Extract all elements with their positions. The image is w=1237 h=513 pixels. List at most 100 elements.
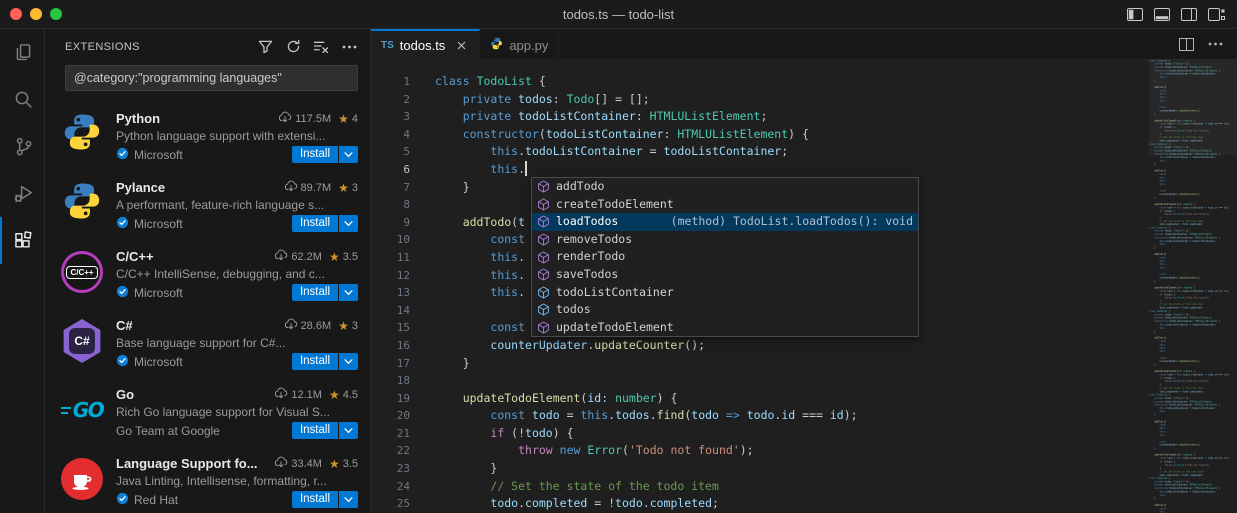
line-number: 23 — [371, 460, 435, 478]
suggest-label: saveTodos — [556, 266, 618, 284]
extension-footer: Microsoft Install — [116, 353, 358, 370]
extensions-icon — [13, 230, 34, 251]
line-number: 4 — [371, 126, 435, 144]
extensions-search-input[interactable] — [66, 71, 357, 85]
extensions-sidebar: EXTENSIONS Python117.5M★4Python language… — [45, 29, 371, 513]
run-debug-icon — [13, 183, 34, 204]
clear-search-icon[interactable] — [312, 38, 330, 56]
sidebar-header: EXTENSIONS — [45, 29, 370, 64]
suggest-item-removeTodos[interactable]: removeTodos — [532, 231, 918, 249]
tab-app-py[interactable]: app.py — [480, 29, 559, 59]
extension-footer: Microsoft Install — [116, 215, 358, 232]
download-count-icon — [274, 249, 288, 264]
install-button[interactable]: Install — [292, 215, 338, 232]
extension-row-2[interactable]: C/C++C/C++62.2M★3.5C/C++ IntelliSense, d… — [45, 237, 370, 306]
extension-stats: 89.7M★3 — [284, 180, 358, 195]
extension-row-1[interactable]: Pylance89.7M★3A performant, feature-rich… — [45, 168, 370, 237]
install-split-button: Install — [292, 284, 358, 301]
install-dropdown-button[interactable] — [339, 353, 358, 370]
install-button[interactable]: Install — [292, 422, 338, 439]
line-number: 6 — [371, 161, 435, 179]
extension-logo: C# — [60, 319, 104, 363]
activity-item-search[interactable] — [0, 76, 44, 123]
sidebar-title: EXTENSIONS — [65, 41, 140, 53]
star-icon: ★ — [329, 457, 340, 471]
toggle-panel-icon[interactable] — [1154, 8, 1170, 21]
download-count-icon — [274, 387, 288, 402]
extension-row-3[interactable]: C#C#28.6M★3Base language support for C#.… — [45, 306, 370, 375]
extension-description: Java Linting, Intellisense, formatting, … — [116, 474, 358, 488]
extension-info: Pylance89.7M★3A performant, feature-rich… — [104, 168, 370, 237]
close-tab-icon[interactable] — [453, 37, 469, 53]
install-button[interactable]: Install — [292, 146, 338, 163]
extension-row-0[interactable]: Python117.5M★4Python language support wi… — [45, 99, 370, 168]
code-line: 24 // Set the state of the todo item — [371, 478, 1237, 496]
install-button[interactable]: Install — [292, 284, 338, 301]
extension-logo — [60, 457, 104, 501]
suggest-item-loadTodos[interactable]: loadTodos(method) TodoList.loadTodos(): … — [532, 213, 918, 231]
suggest-item-todoListContainer[interactable]: todoListContainer — [532, 284, 918, 302]
extension-row-5[interactable]: Language Support fo...33.4M★3.5Java Lint… — [45, 444, 370, 513]
tab-todos-ts[interactable]: TS todos.ts — [371, 29, 480, 59]
star-icon: ★ — [329, 250, 340, 264]
minimap[interactable]: class TodoList { private todos: Todo[] =… — [1149, 59, 1237, 513]
install-dropdown-button[interactable] — [339, 491, 358, 508]
suggest-item-saveTodos[interactable]: saveTodos — [532, 266, 918, 284]
suggest-item-updateTodoElement[interactable]: updateTodoElement — [532, 319, 918, 337]
extension-footer: MicrosoftInstall — [116, 146, 358, 163]
zoom-window-button[interactable] — [50, 8, 62, 20]
extension-info: Go12.1M★4.5Rich Go language support for … — [104, 375, 370, 444]
install-dropdown-button[interactable] — [339, 146, 358, 163]
install-dropdown-button[interactable] — [339, 422, 358, 439]
activity-item-run-debug[interactable] — [0, 170, 44, 217]
extension-row-4[interactable]: GOGo12.1M★4.5Rich Go language support fo… — [45, 375, 370, 444]
customize-layout-icon[interactable] — [1208, 8, 1225, 21]
suggest-item-createTodoElement[interactable]: createTodoElement — [532, 196, 918, 214]
install-button[interactable]: Install — [292, 353, 338, 370]
line-number: 1 — [371, 73, 435, 91]
toggle-secondary-sidebar-icon[interactable] — [1181, 8, 1197, 21]
publisher-name: Go Team at Google — [116, 424, 220, 438]
filter-icon[interactable] — [256, 38, 274, 56]
install-dropdown-button[interactable] — [339, 215, 358, 232]
star-icon: ★ — [338, 181, 349, 195]
install-dropdown-button[interactable] — [339, 284, 358, 301]
toggle-primary-sidebar-icon[interactable] — [1127, 8, 1143, 21]
extension-info: C#28.6M★3Base language support for C#...… — [104, 306, 370, 375]
download-count-icon — [274, 456, 288, 471]
extension-description: A performant, feature-rich language s... — [116, 198, 358, 212]
suggest-item-todos[interactable]: todos — [532, 301, 918, 319]
publisher: Microsoft — [116, 354, 183, 370]
line-number: 17 — [371, 355, 435, 373]
extension-stats: 12.1M★4.5 — [274, 387, 358, 402]
close-window-button[interactable] — [10, 8, 22, 20]
line-number: 7 — [371, 179, 435, 197]
split-editor-icon[interactable] — [1179, 38, 1194, 51]
activity-item-source-control[interactable] — [0, 123, 44, 170]
extension-footer: Red HatInstall — [116, 491, 358, 508]
extension-title-row: Python117.5M★4 — [116, 111, 358, 126]
install-split-button: Install — [292, 422, 358, 439]
symbol-field-icon — [537, 286, 551, 299]
minimize-window-button[interactable] — [30, 8, 42, 20]
extension-title-row: Go12.1M★4.5 — [116, 387, 358, 402]
refresh-icon[interactable] — [284, 38, 302, 56]
suggest-item-addTodo[interactable]: addTodo — [532, 178, 918, 196]
suggest-item-renderTodo[interactable]: renderTodo — [532, 248, 918, 266]
line-number: 22 — [371, 442, 435, 460]
more-editor-actions-icon[interactable] — [1208, 42, 1223, 46]
activity-item-extensions[interactable] — [0, 217, 44, 264]
code-editor[interactable]: 1class TodoList {2 private todos: Todo[]… — [371, 59, 1237, 513]
suggest-detail: (method) TodoList.loadTodos(): void — [671, 213, 913, 231]
rating-value: 3.5 — [343, 251, 358, 263]
line-number: 12 — [371, 267, 435, 285]
download-count-icon — [278, 111, 292, 126]
install-button[interactable]: Install — [292, 491, 338, 508]
activity-item-explorer[interactable] — [0, 29, 44, 76]
publisher: Microsoft — [116, 216, 183, 232]
minimap-slider[interactable] — [1149, 59, 1237, 155]
more-icon[interactable] — [340, 38, 358, 56]
line-number: 5 — [371, 143, 435, 161]
verified-publisher-icon — [116, 285, 129, 301]
download-count: 62.2M — [291, 251, 322, 263]
